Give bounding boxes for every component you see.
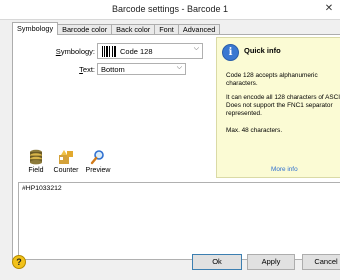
window-title: Barcode settings - Barcode 1 xyxy=(111,4,229,14)
cancel-button[interactable]: Cancel xyxy=(302,254,340,270)
symbology-value: Code 128 xyxy=(120,47,153,56)
barcode-data-value: #HP1033212 xyxy=(22,185,62,192)
chevron-down-icon: ⌵ xyxy=(193,45,199,52)
counter-icon xyxy=(59,150,73,164)
counter-button[interactable]: Counter xyxy=(52,149,80,174)
info-icon: i xyxy=(222,44,239,61)
magnifier-icon xyxy=(90,150,104,165)
dialog-body: Symbology Barcode color Back color Font … xyxy=(0,19,340,280)
tab-symbology[interactable]: Symbology xyxy=(12,22,59,35)
preview-label: Preview xyxy=(85,167,111,174)
database-icon xyxy=(30,149,42,165)
barcode-icon xyxy=(102,46,116,57)
apply-button[interactable]: Apply xyxy=(247,254,295,270)
quick-info-line: Code 128 accepts alphanumeric characters… xyxy=(226,72,318,87)
text-position-value: Bottom xyxy=(101,65,125,74)
text-label: Text: xyxy=(79,65,95,74)
more-info-link[interactable]: More info xyxy=(271,166,298,173)
field-button[interactable]: Field xyxy=(25,149,47,174)
ok-button[interactable]: Ok xyxy=(192,254,242,270)
symbology-select[interactable]: Code 128 ⌵ xyxy=(97,43,203,59)
close-icon[interactable]: ✕ xyxy=(322,0,336,18)
symbology-panel: Symbology: Code 128 ⌵ Text: Bottom ⌵ i Q… xyxy=(12,34,340,260)
field-label: Field xyxy=(28,167,44,174)
symbology-label: Symbology: xyxy=(55,47,95,56)
title-bar: Barcode settings - Barcode 1 ✕ xyxy=(0,0,340,19)
quick-info-line: Max. 48 characters. xyxy=(226,127,283,134)
quick-info-line: It can encode all 128 characters of ASCI… xyxy=(226,94,340,117)
chevron-down-icon: ⌵ xyxy=(176,64,182,71)
text-position-select[interactable]: Bottom ⌵ xyxy=(97,63,186,75)
quick-info-title: Quick info xyxy=(244,46,281,55)
help-icon[interactable]: ? xyxy=(12,255,26,269)
counter-label: Counter xyxy=(53,167,79,174)
barcode-data-textarea[interactable]: #HP1033212 xyxy=(18,182,340,260)
preview-button[interactable]: Preview xyxy=(85,149,111,174)
quick-info-panel: i Quick info Code 128 accepts alphanumer… xyxy=(216,37,340,178)
